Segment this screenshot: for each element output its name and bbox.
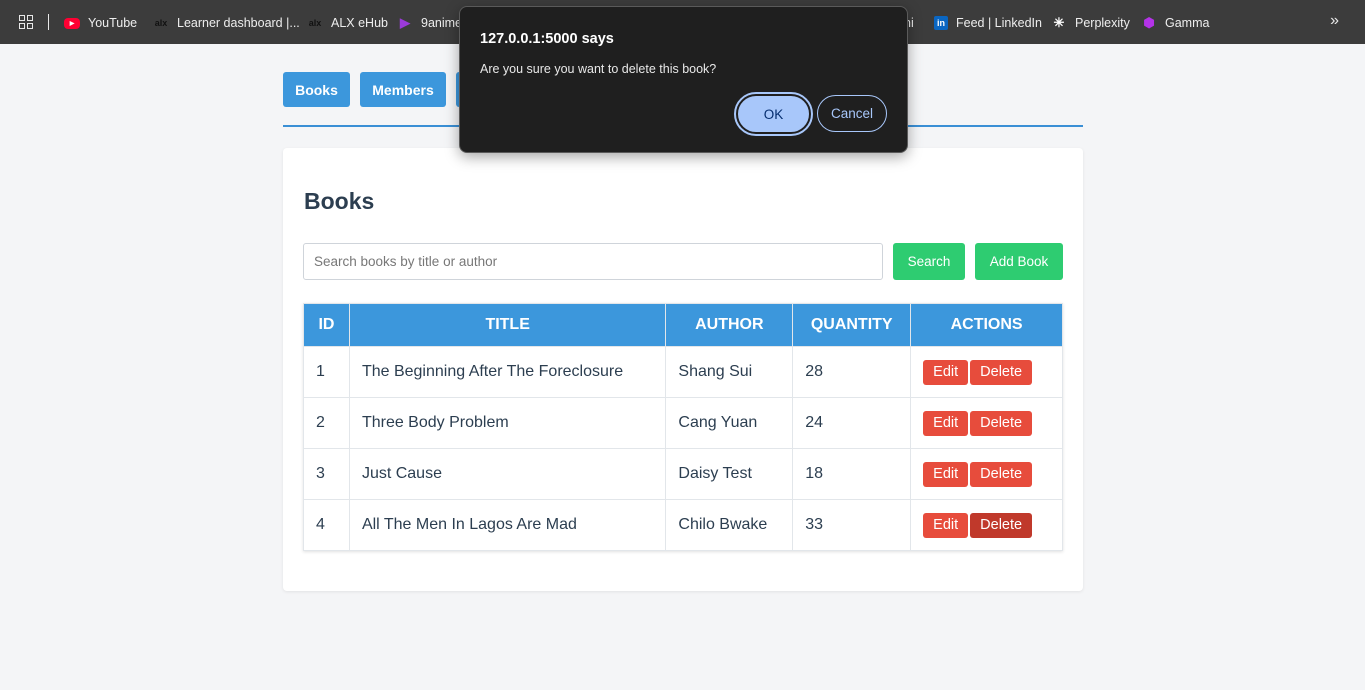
cell-title: Just Cause (348, 448, 667, 500)
bookmark-youtube[interactable]: ▶ YouTube (64, 15, 137, 31)
dialog-cancel-button[interactable]: Cancel (817, 95, 887, 132)
cell-author: Daisy Test (665, 448, 794, 500)
dialog-message: Are you sure you want to delete this boo… (480, 62, 717, 76)
column-header-quantity: QUANTITY (792, 303, 912, 347)
page-title: Books (304, 188, 375, 214)
search-button[interactable]: Search (893, 243, 965, 280)
dialog-ok-button[interactable]: OK (734, 92, 813, 136)
edit-button[interactable]: Edit (923, 359, 969, 385)
delete-button[interactable]: Delete (970, 461, 1033, 487)
alx-icon: alx (153, 15, 169, 31)
bookmark-label: Perplexity (1075, 16, 1130, 30)
cell-quantity: 18 (792, 448, 912, 500)
cell-title: Three Body Problem (348, 397, 667, 449)
books-table: ID TITLE AUTHOR QUANTITY ACTIONS 1 The B… (303, 303, 1063, 551)
cell-title: All The Men In Lagos Are Mad (348, 499, 667, 551)
bookmark-label: 9anime (421, 16, 462, 30)
cell-actions: Edit Delete (910, 448, 1063, 500)
play-icon: ▶ (400, 15, 410, 30)
column-header-id: ID (303, 303, 350, 347)
bookmark-alx-ehub[interactable]: alx ALX eHub (307, 15, 388, 31)
bookmark-label: Gamma (1165, 16, 1210, 30)
edit-button[interactable]: Edit (923, 410, 969, 436)
perplexity-icon: ✳ (1053, 15, 1065, 30)
bookmark-label: YouTube (88, 16, 138, 30)
youtube-icon: ▶ (64, 17, 80, 29)
cell-title: The Beginning After The Foreclosure (348, 346, 667, 398)
cell-id: 3 (303, 448, 350, 500)
cell-actions: Edit Delete (910, 397, 1063, 449)
column-header-author: AUTHOR (665, 303, 794, 347)
delete-button[interactable]: Delete (970, 359, 1033, 385)
confirm-dialog: 127.0.0.1:5000 says Are you sure you wan… (459, 6, 908, 153)
nav-books-button[interactable]: Books (283, 72, 350, 107)
cell-id: 4 (303, 499, 350, 551)
bookmark-label: ALX eHub (331, 16, 388, 30)
bookmark-gamma[interactable]: ⬢ Gamma (1141, 15, 1209, 31)
nav-members-button[interactable]: Members (360, 72, 446, 107)
cell-author: Shang Sui (665, 346, 794, 398)
add-book-button[interactable]: Add Book (975, 243, 1063, 280)
table-row: 3 Just Cause Daisy Test 18 Edit Delete (303, 448, 1063, 500)
table-row: 1 The Beginning After The Foreclosure Sh… (303, 346, 1063, 398)
cell-quantity: 33 (792, 499, 912, 551)
cell-quantity: 28 (792, 346, 912, 398)
delete-button-active[interactable]: Delete (970, 512, 1033, 538)
gamma-icon: ⬢ (1143, 15, 1155, 30)
delete-button[interactable]: Delete (970, 410, 1033, 436)
cell-actions: Edit Delete (910, 499, 1063, 551)
table-header-row: ID TITLE AUTHOR QUANTITY ACTIONS (303, 303, 1063, 347)
bookmark-label: Learner dashboard |... (177, 16, 300, 30)
bookmark-learner-dashboard[interactable]: alx Learner dashboard |... (153, 15, 300, 31)
cell-author: Chilo Bwake (665, 499, 794, 551)
linkedin-icon: in (934, 16, 948, 30)
apps-grid-icon[interactable] (19, 15, 33, 29)
cell-actions: Edit Delete (910, 346, 1063, 398)
edit-button[interactable]: Edit (923, 512, 969, 538)
column-header-actions: ACTIONS (910, 303, 1063, 347)
column-header-title: TITLE (348, 303, 667, 347)
bookmark-label: Feed | LinkedIn (956, 16, 1042, 30)
bookmark-linkedin[interactable]: in Feed | LinkedIn (934, 15, 1042, 31)
dialog-title: 127.0.0.1:5000 says (480, 31, 614, 47)
bookmarks-divider (48, 14, 49, 30)
edit-button[interactable]: Edit (923, 461, 969, 487)
books-card: Books Search Add Book ID TITLE AUTHOR QU… (283, 148, 1083, 591)
more-bookmarks-chevron-icon[interactable]: » (1330, 12, 1339, 30)
bookmark-perplexity[interactable]: ✳ Perplexity (1051, 15, 1130, 31)
cell-id: 2 (303, 397, 350, 449)
cell-author: Cang Yuan (665, 397, 794, 449)
cell-id: 1 (303, 346, 350, 398)
search-input[interactable] (303, 243, 883, 280)
alx-icon: alx (307, 15, 323, 31)
table-row: 4 All The Men In Lagos Are Mad Chilo Bwa… (303, 499, 1063, 551)
cell-quantity: 24 (792, 397, 912, 449)
table-row: 2 Three Body Problem Cang Yuan 24 Edit De… (303, 397, 1063, 449)
bookmark-9anime[interactable]: ▶ 9anime (397, 15, 462, 31)
